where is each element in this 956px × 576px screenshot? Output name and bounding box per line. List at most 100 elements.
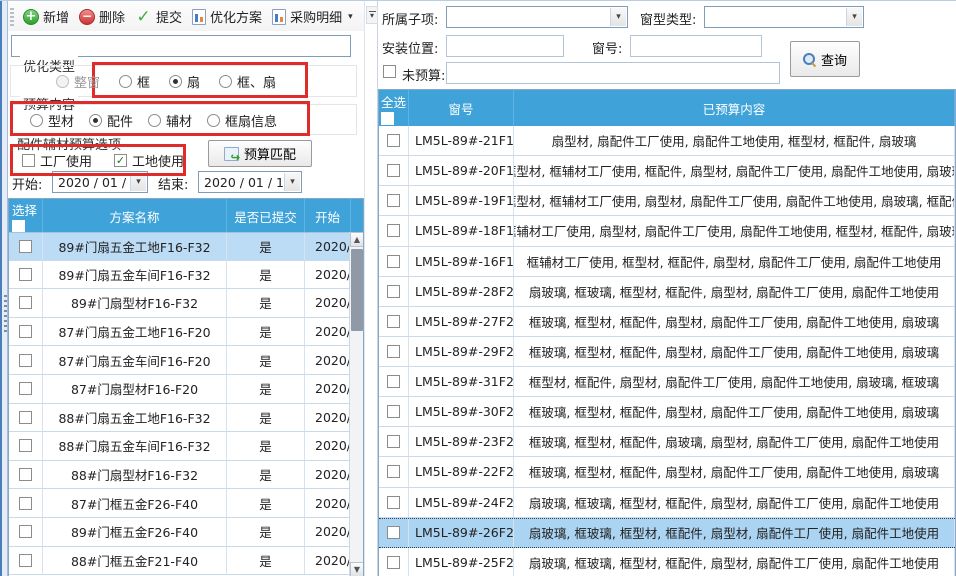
table-row[interactable]: LM5L-89#-23F21框玻璃, 框型材, 框配件, 扇玻璃, 扇型材, 扇… bbox=[379, 427, 955, 457]
table-row[interactable]: 89#门框五金F26-F40是2020/0 bbox=[9, 518, 349, 547]
row-checkbox[interactable] bbox=[19, 525, 32, 538]
radio-option[interactable]: 整窗 bbox=[56, 72, 100, 91]
add-button[interactable]: 新增 bbox=[18, 4, 74, 29]
radio-checked-icon[interactable] bbox=[169, 75, 182, 88]
row-checkbox[interactable] bbox=[387, 526, 400, 539]
row-checkbox[interactable] bbox=[387, 435, 400, 448]
table-row[interactable]: 89#门扇五金工地F16-F32是2020/0 bbox=[9, 232, 349, 261]
table-row[interactable]: 88#门框五金F21-F40是2020/0 bbox=[9, 547, 349, 576]
table-row[interactable]: LM5L-89#-29F27框玻璃, 框型材, 框配件, 扇型材, 扇配件工厂使… bbox=[379, 337, 955, 367]
radio-option[interactable]: 框扇信息 bbox=[207, 111, 277, 130]
scrollbar-thumb[interactable] bbox=[351, 249, 363, 331]
sub-item-dropdown[interactable] bbox=[446, 6, 628, 28]
row-checkbox[interactable] bbox=[387, 496, 400, 509]
scroll-up-arrow-icon[interactable]: ▲ bbox=[350, 232, 364, 247]
row-checkbox[interactable] bbox=[387, 405, 400, 418]
checkbox-option[interactable]: 工厂使用 bbox=[22, 151, 92, 170]
table-row[interactable]: LM5L-89#-25F23扇玻璃, 框玻璃, 框型材, 框配件, 扇型材, 扇… bbox=[379, 548, 955, 576]
plan-name-header[interactable]: 方案名称 bbox=[43, 199, 227, 233]
checkbox-option[interactable]: 工地使用 bbox=[114, 151, 184, 170]
win-no-input[interactable] bbox=[630, 35, 762, 57]
table-row[interactable]: 88#门扇型材F16-F32是2020/0 bbox=[9, 461, 349, 490]
table-row[interactable]: LM5L-89#-28F26扇玻璃, 框玻璃, 框型材, 框配件, 扇型材, 扇… bbox=[379, 277, 955, 307]
radio-option[interactable]: 框、扇 bbox=[219, 72, 276, 91]
row-checkbox[interactable] bbox=[387, 556, 400, 569]
row-checkbox[interactable] bbox=[387, 134, 400, 147]
unbudgeted-checkbox[interactable] bbox=[383, 65, 396, 78]
row-checkbox[interactable] bbox=[387, 224, 400, 237]
budget-match-button[interactable]: 预算匹配 bbox=[208, 140, 312, 167]
table-row[interactable]: LM5L-89#-27F25框玻璃, 框型材, 框配件, 扇型材, 扇配件工厂使… bbox=[379, 307, 955, 337]
toolbar-overflow-button[interactable]: ▾ bbox=[366, 6, 378, 24]
submit-button[interactable]: 提交 bbox=[130, 4, 187, 29]
delete-button[interactable]: 删除 bbox=[74, 4, 130, 29]
checkbox-unchecked-icon[interactable] bbox=[22, 154, 35, 167]
plan-filter-input[interactable] bbox=[11, 35, 351, 57]
row-checkbox[interactable] bbox=[387, 194, 400, 207]
row-checkbox[interactable] bbox=[19, 497, 32, 510]
win-no-header[interactable]: 窗号 bbox=[409, 90, 514, 126]
row-checkbox[interactable] bbox=[387, 285, 400, 298]
query-button[interactable]: 查询 bbox=[790, 41, 860, 77]
row-checkbox[interactable] bbox=[19, 382, 32, 395]
table-row[interactable]: 87#门扇五金车间F16-F20是2020/0 bbox=[9, 346, 349, 375]
row-checkbox[interactable] bbox=[19, 554, 32, 567]
radio-unchecked-icon[interactable] bbox=[148, 114, 161, 127]
table-row[interactable]: LM5L-89#-22F20框玻璃, 框型材, 框配件, 扇型材, 扇配件工厂使… bbox=[379, 457, 955, 487]
unbudgeted-input[interactable] bbox=[446, 62, 780, 84]
row-checkbox[interactable] bbox=[387, 255, 400, 268]
table-row[interactable]: 87#门扇型材F16-F20是2020/0 bbox=[9, 375, 349, 404]
row-checkbox[interactable] bbox=[19, 354, 32, 367]
radio-unchecked-icon[interactable] bbox=[119, 75, 132, 88]
row-checkbox[interactable] bbox=[19, 268, 32, 281]
splitter-grip[interactable] bbox=[4, 295, 7, 335]
table-row[interactable]: 87#门扇五金工地F16-F20是2020/0 bbox=[9, 318, 349, 347]
plan-table-scrollbar[interactable]: ▲ ▼ bbox=[349, 232, 363, 576]
row-checkbox[interactable] bbox=[387, 375, 400, 388]
toolbar-grip[interactable] bbox=[10, 8, 14, 26]
radio-option[interactable]: 框 bbox=[119, 72, 150, 91]
table-row[interactable]: 88#门扇五金工地F16-F32是2020/0 bbox=[9, 404, 349, 433]
table-row[interactable]: 89#门扇型材F16-F32是2020/0 bbox=[9, 289, 349, 318]
radio-unchecked-icon[interactable] bbox=[219, 75, 232, 88]
table-row[interactable]: LM5L-89#-30F28框玻璃, 框型材, 框配件, 扇型材, 扇配件工厂使… bbox=[379, 397, 955, 427]
end-date-picker[interactable]: 2020 / 01 / 13 bbox=[198, 171, 302, 193]
row-checkbox[interactable] bbox=[19, 325, 32, 338]
win-type-dropdown[interactable] bbox=[704, 6, 864, 28]
row-checkbox[interactable] bbox=[387, 465, 400, 478]
radio-unchecked-icon[interactable] bbox=[56, 75, 69, 88]
table-row[interactable]: 88#门扇五金车间F16-F32是2020/0 bbox=[9, 432, 349, 461]
table-row[interactable]: LM5L-89#-20F18框型材, 框辅材工厂使用, 框配件, 扇型材, 扇配… bbox=[379, 156, 955, 186]
table-row[interactable]: LM5L-89#-21F19扇型材, 扇配件工厂使用, 扇配件工地使用, 框型材… bbox=[379, 126, 955, 156]
radio-option[interactable]: 扇 bbox=[169, 72, 200, 91]
install-position-input[interactable] bbox=[446, 35, 564, 57]
select-all-checkbox[interactable] bbox=[381, 112, 394, 125]
table-row[interactable]: LM5L-89#-16F15框辅材工厂使用, 框型材, 框配件, 扇型材, 扇配… bbox=[379, 247, 955, 277]
table-row[interactable]: 89#门扇五金车间F16-F32是2020/0 bbox=[9, 261, 349, 290]
row-checkbox[interactable] bbox=[19, 240, 32, 253]
table-row[interactable]: LM5L-89#-24F22扇玻璃, 框玻璃, 框型材, 框配件, 扇型材, 扇… bbox=[379, 488, 955, 518]
row-checkbox[interactable] bbox=[387, 345, 400, 358]
submitted-header[interactable]: 是否已提交 bbox=[227, 199, 305, 233]
radio-option[interactable]: 型材 bbox=[30, 111, 74, 130]
collapsed-side-strip[interactable] bbox=[0, 1, 8, 576]
table-row[interactable]: 87#门框五金F26-F40是2020/0 bbox=[9, 489, 349, 518]
radio-unchecked-icon[interactable] bbox=[207, 114, 220, 127]
row-checkbox[interactable] bbox=[19, 439, 32, 452]
radio-option[interactable]: 配件 bbox=[89, 111, 133, 130]
optimize-plan-button[interactable]: 优化方案 bbox=[187, 4, 267, 29]
radio-checked-icon[interactable] bbox=[89, 114, 102, 127]
row-checkbox[interactable] bbox=[19, 468, 32, 481]
row-checkbox[interactable] bbox=[387, 164, 400, 177]
table-row[interactable]: LM5L-89#-19F17框型材, 框辅材工厂使用, 扇型材, 扇配件工厂使用… bbox=[379, 186, 955, 216]
table-row[interactable]: LM5L-89#-31F29框型材, 框配件, 扇型材, 扇配件工厂使用, 扇配… bbox=[379, 367, 955, 397]
scroll-down-arrow-icon[interactable]: ▼ bbox=[350, 562, 364, 576]
checkbox-checked-icon[interactable] bbox=[114, 154, 127, 167]
row-checkbox[interactable] bbox=[19, 411, 32, 424]
row-checkbox[interactable] bbox=[387, 315, 400, 328]
table-row[interactable]: LM5L-89#-26F24扇玻璃, 框玻璃, 框型材, 框配件, 扇型材, 扇… bbox=[379, 518, 955, 548]
row-checkbox[interactable] bbox=[19, 296, 32, 309]
purchase-detail-button[interactable]: 采购明细 bbox=[267, 4, 358, 29]
table-row[interactable]: LM5L-89#-18F16框辅材工厂使用, 扇型材, 扇配件工厂使用, 扇配件… bbox=[379, 216, 955, 246]
start-header[interactable]: 开始 bbox=[305, 199, 351, 233]
